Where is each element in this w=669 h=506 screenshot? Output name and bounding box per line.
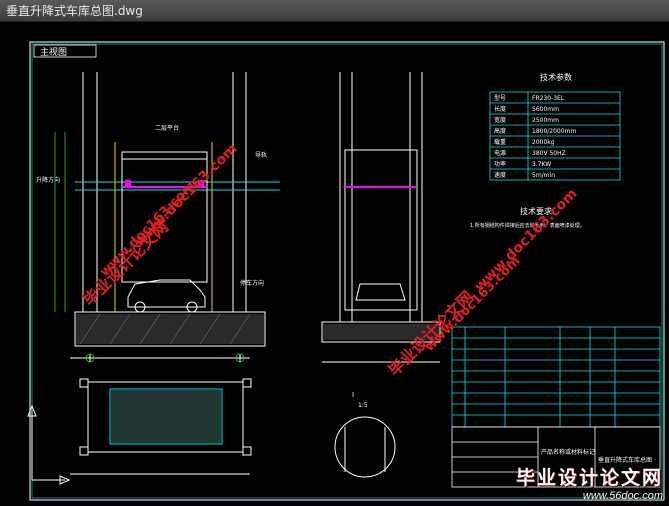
footer-watermark-url: www.56doc.com: [582, 490, 663, 502]
tech-param-v-2: 2500mm: [532, 117, 559, 124]
label-detail-i: I: [352, 391, 354, 399]
tech-param-k-3: 高度: [494, 127, 506, 135]
tech-param-v-5: 380V 50HZ: [532, 150, 566, 157]
tech-param-v-0: FR230-3EL: [532, 95, 565, 102]
tech-param-v-7: 5m/min: [532, 172, 555, 179]
label-scale: 1:5: [358, 402, 368, 409]
tech-param-k-0: 型号: [494, 94, 506, 102]
label-lift-dir: 升降方向: [36, 176, 60, 184]
parts-list: [451, 326, 661, 428]
watermark-url-4: www.doc163.com: [472, 186, 581, 295]
tech-param-k-6: 功率: [494, 160, 506, 168]
tech-param-v-4: 2000kg: [532, 139, 555, 146]
cad-drawing-canvas[interactable]: 主视图 二层平台 导轨 停车方向 升降方向 I 1:5 技术参数 型号 FR23…: [0, 22, 669, 506]
detail-view: [334, 416, 396, 478]
tech-param-v-6: 3.7KW: [532, 161, 551, 168]
title-block-school: 产品名称或材料标记: [541, 448, 595, 456]
front-view-title: 主视图: [40, 46, 67, 58]
tech-param-v-3: 1800/2000mm: [532, 128, 576, 135]
label-car-dir: 停车方向: [240, 279, 264, 287]
tech-param-k-2: 宽度: [494, 116, 506, 124]
tech-param-v-1: 5600mm: [532, 106, 559, 113]
ucs-icon: [20, 402, 70, 492]
footer-watermark: 毕业设计论文网 www.56doc.com: [516, 463, 663, 502]
footer-watermark-cn: 毕业设计论文网: [515, 467, 663, 489]
tech-param-k-4: 载重: [494, 138, 506, 146]
tech-param-k-1: 长度: [494, 105, 506, 113]
window-title: 垂直升降式车库总图.dwg: [6, 4, 143, 18]
watermark-url-2: www.doc163.com: [132, 141, 241, 250]
tech-params-title: 技术参数: [540, 72, 572, 82]
side-view: [321, 72, 441, 363]
label-platform-2: 二层平台: [155, 124, 179, 132]
cad-drawing: 主视图 二层平台 导轨 停车方向 升降方向 I 1:5 技术参数 型号 FR23…: [29, 41, 665, 501]
tech-param-k-7: 速度: [494, 171, 506, 179]
label-guide: 导轨: [255, 151, 267, 159]
window-titlebar: 垂直升降式车库总图.dwg: [0, 0, 669, 22]
tech-param-k-5: 电源: [494, 149, 506, 157]
